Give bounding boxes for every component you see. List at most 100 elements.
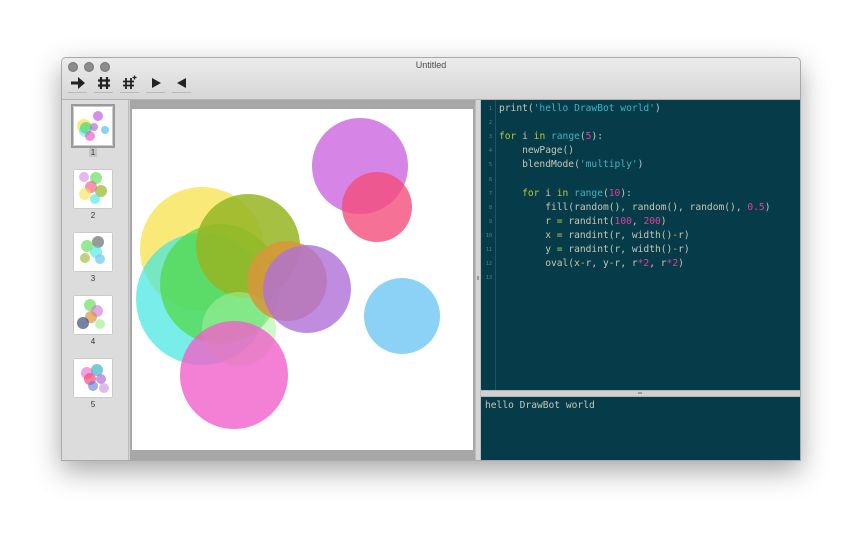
thumbnail-image <box>77 111 109 141</box>
drawbot-window: Untitled 1 2 3 4 5 1 2 3 4 5 6 7 8 9 10 … <box>61 57 801 461</box>
code-line: for i in range(5): <box>499 131 603 142</box>
line-number: 5 <box>488 162 492 169</box>
code-token: r) <box>678 244 690 255</box>
line-number: 3 <box>488 134 492 141</box>
code-token: for <box>499 187 546 199</box>
page-number-1: 1 <box>88 148 98 157</box>
code-token: ): <box>620 187 632 199</box>
code-token: ) <box>678 258 684 270</box>
code-line: blendMode('multiply') <box>499 159 643 170</box>
arrow-right-icon <box>70 76 85 89</box>
window-title: Untitled <box>415 60 447 70</box>
page-number-3: 3 <box>90 274 96 283</box>
code-token: *2 <box>666 258 679 270</box>
code-line: r = randint(100, 200) <box>499 215 667 227</box>
line-number: 6 <box>488 176 492 183</box>
code-line: y = randint(r, width()-r) <box>499 244 690 255</box>
code-line: print('hello DrawBot world') <box>499 103 661 114</box>
drawing-canvas <box>136 118 440 429</box>
page-thumbnails: 1 2 3 4 5 <box>62 100 129 460</box>
toolbar <box>68 73 191 93</box>
line-number: 1 <box>488 106 492 112</box>
code-token: x <box>499 229 557 241</box>
code-token: ) <box>660 215 667 227</box>
thumbnail-image <box>79 172 107 204</box>
code-token: r <box>499 215 557 227</box>
line-number: 11 <box>485 247 492 253</box>
line-number: 12 <box>485 261 492 268</box>
code-token: oval(x <box>499 258 580 270</box>
code-token: print( <box>499 103 534 114</box>
page-number-5: 5 <box>90 400 96 409</box>
line-number: 9 <box>488 218 492 225</box>
thumbnail-image <box>81 364 109 393</box>
code-token: r) <box>678 229 690 241</box>
dedent-button[interactable] <box>172 73 191 93</box>
output-console: hello DrawBot world <box>481 397 800 460</box>
line-number: 8 <box>488 204 492 211</box>
run-button[interactable] <box>68 73 87 93</box>
line-number-gutter: 1 2 3 4 5 6 7 8 9 10 11 12 13 <box>481 100 496 390</box>
code-token: = <box>556 244 569 255</box>
code-line: newPage() <box>499 145 574 156</box>
code-token: randint(r, width() <box>568 244 673 255</box>
code-token: ) <box>637 159 644 171</box>
page-number-4: 4 <box>90 337 96 346</box>
code-token: range <box>574 187 603 199</box>
code-token: for <box>499 131 523 143</box>
code-token: in <box>533 131 551 143</box>
line-number: 4 <box>488 148 492 155</box>
output-text: hello DrawBot world <box>485 400 595 411</box>
horizontal-split-handle[interactable] <box>481 390 800 397</box>
drawing-page <box>132 109 473 450</box>
line-number: 7 <box>488 190 492 197</box>
code-token: 'multiply' <box>579 159 638 171</box>
code-token: i <box>545 187 557 199</box>
line-number: 2 <box>488 120 492 127</box>
code-token: *2 <box>637 258 650 270</box>
code-line: oval(x-r, y-r, r*2, r*2) <box>499 258 684 269</box>
page-thumbnail-5[interactable] <box>74 359 112 397</box>
code-token: r, y <box>585 258 609 270</box>
code-line: fill(random(), random(), random(), 0.5) <box>499 202 770 213</box>
code-token: = <box>556 215 569 227</box>
uncomment-button[interactable] <box>120 73 139 93</box>
page-thumbnail-3[interactable] <box>74 233 112 271</box>
page-number-2: 2 <box>90 211 96 220</box>
code-token: r, r <box>614 258 638 270</box>
drawn-circle <box>364 278 440 354</box>
drawn-circle <box>342 172 412 242</box>
thumbnail-image <box>77 299 105 329</box>
code-token: , r <box>649 258 667 270</box>
code-token: range <box>551 131 580 143</box>
line-number: 13 <box>485 275 492 282</box>
hash-icon <box>97 76 110 89</box>
code-editor[interactable]: 1 2 3 4 5 6 7 8 9 10 11 12 13 print('hello DrawBot w… <box>481 100 800 390</box>
thumbnail-image <box>80 236 105 264</box>
page-thumbnail-4[interactable] <box>74 296 112 334</box>
line-number: 10 <box>485 232 492 239</box>
code-token: , <box>631 215 644 227</box>
code-token: 'hello DrawBot world' <box>533 103 655 114</box>
code-token: y <box>499 244 557 255</box>
code-token: 200 <box>643 215 661 227</box>
titlebar: Untitled <box>62 58 800 100</box>
code-token: in <box>556 187 575 199</box>
indent-button[interactable] <box>146 73 165 93</box>
play-icon <box>151 77 161 88</box>
code-token: ) <box>654 103 661 114</box>
code-token: randint(r, width() <box>568 229 673 241</box>
code-token: 100 <box>614 215 632 227</box>
page-thumbnail-2[interactable] <box>74 170 112 208</box>
canvas-area[interactable] <box>130 100 475 460</box>
code-token: newPage() <box>499 145 575 157</box>
comment-button[interactable] <box>94 73 113 93</box>
page-thumbnail-1[interactable] <box>71 104 115 148</box>
code-token: ) <box>764 201 771 213</box>
drawn-circle <box>263 245 351 333</box>
code-token: 10 <box>608 187 621 199</box>
reverse-play-icon <box>176 77 186 88</box>
code-token: = <box>556 229 569 241</box>
drawn-circle <box>180 321 288 429</box>
code-token: 0.5 <box>747 201 765 213</box>
